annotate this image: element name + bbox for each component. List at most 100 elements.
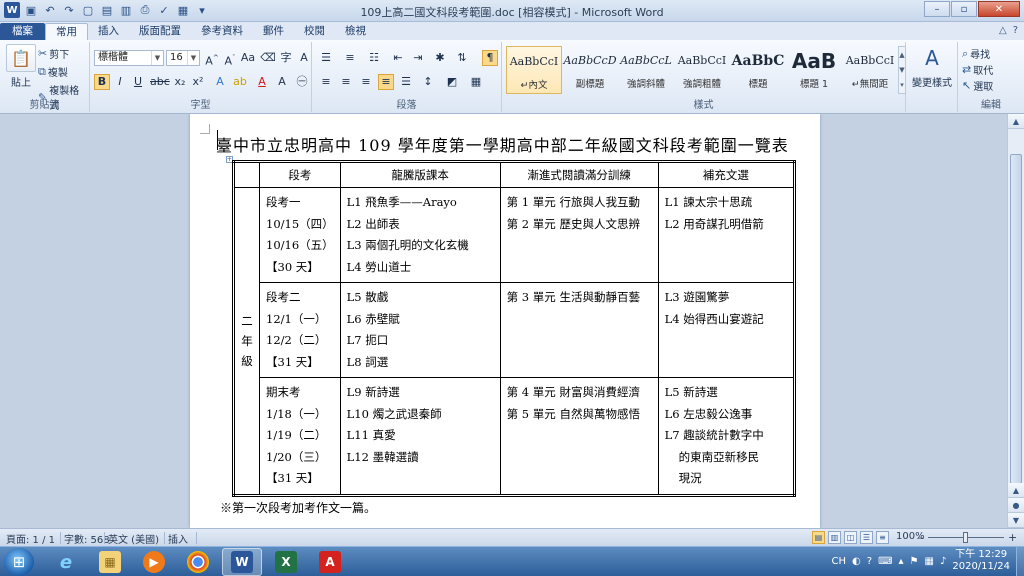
clock[interactable]: 下午 12:29 2020/11/24 bbox=[952, 549, 1010, 573]
change-styles-button[interactable]: A 變更樣式 bbox=[912, 44, 952, 89]
shrink-font-icon[interactable]: Aˇ bbox=[222, 50, 238, 68]
subscript-icon[interactable]: x₂ bbox=[172, 74, 188, 90]
taskbar-excel[interactable]: X bbox=[266, 548, 306, 576]
styles-scroll[interactable]: ▲ ▼ ▾ bbox=[898, 46, 906, 94]
bold-button[interactable]: B bbox=[94, 74, 110, 90]
italic-button[interactable]: I bbox=[112, 74, 128, 90]
distributed-icon[interactable]: ☰ bbox=[398, 74, 414, 90]
text-effects-icon[interactable]: A bbox=[212, 74, 228, 90]
outline-view-icon[interactable]: ☰ bbox=[860, 531, 873, 544]
print-layout-view-icon[interactable]: ▤ bbox=[812, 531, 825, 544]
multilevel-list-icon[interactable]: ☷ bbox=[366, 50, 382, 66]
scroll-up-icon[interactable]: ▲ bbox=[1008, 114, 1024, 129]
style-strong[interactable]: AaBbCcI 強調粗體 bbox=[674, 46, 730, 94]
style-emphasis[interactable]: AaBbCcL 強調斜體 bbox=[618, 46, 674, 94]
word-count[interactable]: 字數: 568 bbox=[64, 531, 110, 546]
tab-home[interactable]: 常用 bbox=[45, 23, 88, 40]
taskbar-acrobat[interactable]: A bbox=[310, 548, 350, 576]
minimize-button[interactable]: – bbox=[924, 1, 950, 17]
next-page-icon[interactable]: ▼ bbox=[1008, 513, 1024, 528]
scroll-up-icon[interactable]: ▲ bbox=[899, 51, 904, 59]
zoom-slider-thumb[interactable] bbox=[963, 532, 968, 543]
previous-page-icon[interactable]: ▲ bbox=[1008, 483, 1024, 498]
paste-button[interactable]: 📋 貼上 bbox=[6, 44, 36, 89]
align-center-icon[interactable]: ≡ bbox=[338, 74, 354, 90]
tab-insert[interactable]: 插入 bbox=[88, 23, 129, 40]
flag-icon[interactable]: ⚑ bbox=[910, 556, 919, 567]
underline-button[interactable]: U bbox=[130, 74, 146, 90]
style-subtitle[interactable]: AaBbCcD 副標題 bbox=[562, 46, 618, 94]
tab-review[interactable]: 校閱 bbox=[294, 23, 335, 40]
increase-indent-icon[interactable]: ⇥ bbox=[410, 50, 426, 66]
font-name-combo[interactable]: 標楷體 ▼ bbox=[94, 50, 164, 66]
zoom-out-icon[interactable]: – bbox=[918, 531, 924, 544]
phonetic-guide-icon[interactable]: 字 bbox=[278, 50, 294, 66]
decrease-indent-icon[interactable]: ⇤ bbox=[390, 50, 406, 66]
minimize-ribbon-icon[interactable]: △ bbox=[999, 25, 1007, 36]
change-case-icon[interactable]: Aa bbox=[240, 50, 256, 66]
show-hidden-icons-icon[interactable]: ▴ bbox=[899, 556, 904, 567]
document-page[interactable]: 臺中市立忠明高中 109 學年度第一學期高中部二年級國文科段考範圍一覽表 + 段… bbox=[190, 114, 820, 528]
vertical-scrollbar[interactable]: ▲ ▲ ● ▼ bbox=[1007, 114, 1024, 528]
style-heading-1[interactable]: AaB 標題 1 bbox=[786, 46, 842, 94]
show-desktop-button[interactable] bbox=[1016, 547, 1024, 576]
keyboard-icon[interactable]: ⌨ bbox=[878, 556, 892, 567]
more-icon[interactable]: ▾ bbox=[900, 81, 904, 89]
font-color-icon[interactable]: A bbox=[254, 74, 270, 90]
bullets-icon[interactable]: ☰ bbox=[318, 50, 334, 66]
browse-object-icon[interactable]: ● bbox=[1008, 498, 1024, 513]
scroll-thumb[interactable] bbox=[1010, 154, 1022, 484]
sort-icon[interactable]: ⇅ bbox=[454, 50, 470, 66]
replace-button[interactable]: ⇄ 取代 bbox=[962, 62, 993, 77]
superscript-icon[interactable]: x² bbox=[190, 74, 206, 90]
cut-button[interactable]: ✂ 剪下 bbox=[38, 46, 69, 61]
align-right-icon[interactable]: ≡ bbox=[358, 74, 374, 90]
input-language[interactable]: CH bbox=[832, 556, 847, 567]
help-icon[interactable]: ? bbox=[1013, 25, 1018, 36]
show-formatting-icon[interactable]: ¶ bbox=[482, 50, 498, 66]
full-screen-reading-icon[interactable]: ▥ bbox=[828, 531, 841, 544]
style-no-spacing[interactable]: AaBbCcI ↵無間距 bbox=[842, 46, 898, 94]
taskbar-explorer[interactable]: ▦ bbox=[90, 548, 130, 576]
character-border-icon[interactable]: A bbox=[296, 50, 312, 66]
find-button[interactable]: ⌕ 尋找 bbox=[962, 46, 990, 62]
align-left-icon[interactable]: ≡ bbox=[318, 74, 334, 90]
tab-view[interactable]: 檢視 bbox=[335, 23, 376, 40]
maximize-button[interactable]: ▫ bbox=[951, 1, 977, 17]
language-indicator[interactable]: 英文 (美國) bbox=[108, 531, 159, 546]
taskbar-media-player[interactable]: ▶ bbox=[134, 548, 174, 576]
tab-mailings[interactable]: 郵件 bbox=[253, 23, 294, 40]
tab-references[interactable]: 參考資料 bbox=[191, 23, 253, 40]
tab-file[interactable]: 檔案 bbox=[0, 23, 45, 40]
ime-icon[interactable]: ◐ bbox=[852, 556, 861, 567]
zoom-in-icon[interactable]: + bbox=[1008, 531, 1017, 544]
borders-icon[interactable]: ▦ bbox=[468, 74, 484, 90]
select-button[interactable]: ↖ 選取 bbox=[962, 78, 993, 93]
tab-page-layout[interactable]: 版面配置 bbox=[129, 23, 191, 40]
style-normal[interactable]: AaBbCcI ↵內文 bbox=[506, 46, 562, 94]
taskbar-chrome[interactable]: ◉ bbox=[178, 548, 218, 576]
style-title[interactable]: AaBbC 標題 bbox=[730, 46, 786, 94]
justify-icon[interactable]: ≡ bbox=[378, 74, 394, 90]
network-icon[interactable]: ▦ bbox=[925, 556, 934, 567]
character-shading-icon[interactable]: A bbox=[274, 74, 290, 90]
strikethrough-button[interactable]: abc bbox=[150, 74, 170, 90]
taskbar-internet-explorer[interactable]: e bbox=[46, 548, 86, 576]
start-button[interactable]: ⊞ bbox=[4, 548, 34, 576]
taskbar-word[interactable]: W bbox=[222, 548, 262, 576]
grow-font-icon[interactable]: A^ bbox=[204, 50, 220, 68]
web-layout-icon[interactable]: ◫ bbox=[844, 531, 857, 544]
asian-layout-icon[interactable]: ✱ bbox=[432, 50, 448, 66]
line-spacing-icon[interactable]: ↕ bbox=[420, 74, 436, 90]
insert-mode[interactable]: 插入 bbox=[168, 531, 188, 546]
clear-format-icon[interactable]: ⌫ bbox=[260, 50, 276, 66]
copy-button[interactable]: ⧉ 複製 bbox=[38, 64, 68, 80]
volume-icon[interactable]: ♪ bbox=[940, 556, 946, 567]
page-count[interactable]: 頁面: 1 / 1 bbox=[6, 531, 55, 546]
shading-icon[interactable]: ◩ bbox=[444, 74, 460, 90]
help-tray-icon[interactable]: ? bbox=[867, 556, 872, 567]
enclose-characters-icon[interactable]: ㊀ bbox=[294, 74, 310, 90]
close-button[interactable]: ✕ bbox=[978, 1, 1020, 17]
highlight-icon[interactable]: ab bbox=[232, 74, 248, 90]
numbering-icon[interactable]: ≡ bbox=[342, 50, 358, 66]
